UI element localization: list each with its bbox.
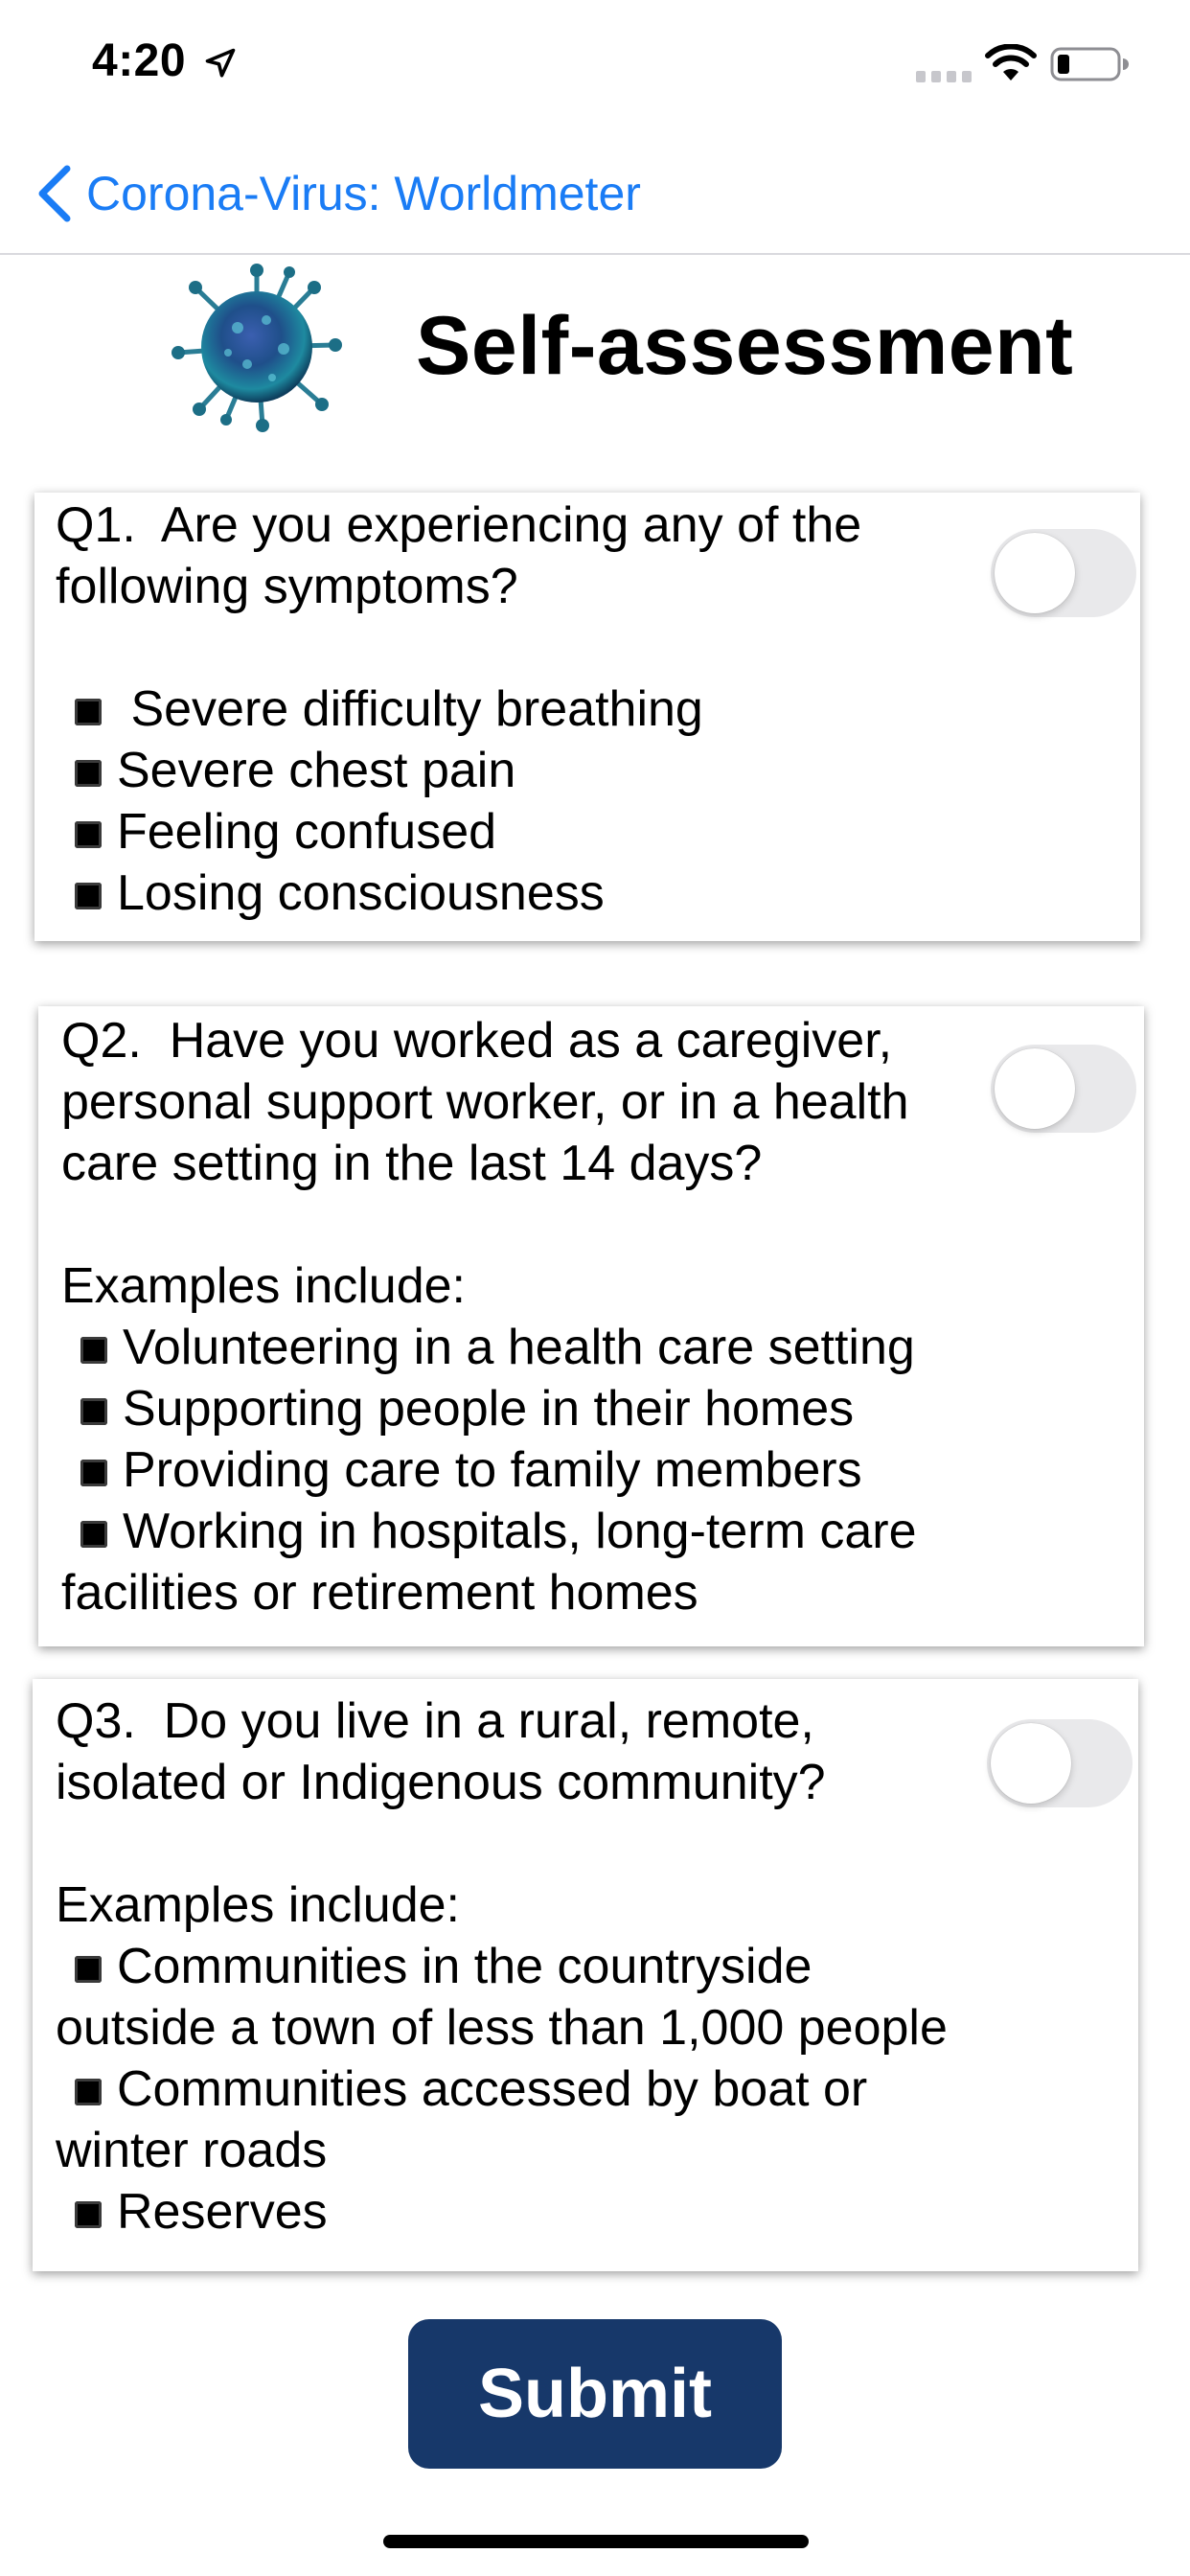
submit-button[interactable]: Submit xyxy=(408,2319,782,2469)
cellular-signal-icon xyxy=(916,71,972,82)
question-2-text: Q2. Have you worked as a caregiver, perso… xyxy=(61,1010,917,1623)
question-text-line: personal support worker, or in a health xyxy=(61,1071,917,1133)
question-3-toggle[interactable] xyxy=(987,1719,1133,1807)
line-text: care setting in the last 14 days? xyxy=(61,1136,763,1191)
home-indicator xyxy=(383,2535,809,2548)
line-text: isolated or Indigenous community? xyxy=(56,1755,826,1810)
battery-icon xyxy=(1050,47,1129,81)
question-text-line: outside a town of less than 1,000 people xyxy=(56,1997,948,2058)
line-text: Examples include: xyxy=(61,1258,466,1314)
bullet-list-item: Communities accessed by boat or xyxy=(56,2058,948,2120)
question-1-text: Q1. Are you experiencing any of the follo… xyxy=(56,494,861,924)
location-arrow-icon xyxy=(205,48,236,78)
line-text: Communities in the countryside xyxy=(117,1939,812,1994)
question-text-line xyxy=(61,1194,917,1255)
square-bullet-icon xyxy=(75,1956,102,1983)
bullet-list-item: Reserves xyxy=(56,2181,948,2242)
status-bar: 4:20 xyxy=(0,0,1190,126)
square-bullet-icon xyxy=(75,760,102,787)
bullet-list-item: Severe chest pain xyxy=(56,740,861,801)
question-text-line: Examples include: xyxy=(61,1255,917,1317)
line-text: Q2. Have you worked as a caregiver, xyxy=(61,1013,893,1069)
square-bullet-icon xyxy=(75,2201,102,2228)
line-text: Volunteering in a health care setting xyxy=(123,1320,915,1375)
bullet-list-item: Feeling confused xyxy=(56,801,861,862)
line-text: winter roads xyxy=(56,2123,328,2178)
coronavirus-icon xyxy=(172,264,342,432)
line-text: Reserves xyxy=(117,2184,328,2240)
question-card-1: Q1. Are you experiencing any of the follo… xyxy=(34,493,1140,941)
bullet-list-item: Supporting people in their homes xyxy=(61,1378,917,1439)
question-3-text: Q3. Do you live in a rural, remote, isola… xyxy=(56,1690,948,2242)
bullet-list-item: Providing care to family members xyxy=(61,1439,917,1501)
wifi-icon xyxy=(985,44,1037,80)
navigation-bar: Corona-Virus: Worldmeter xyxy=(0,134,1190,255)
back-button[interactable]: Corona-Virus: Worldmeter xyxy=(33,155,641,232)
line-text: outside a town of less than 1,000 people xyxy=(56,2000,948,2056)
chevron-left-icon xyxy=(38,165,71,222)
question-text-line: Q1. Are you experiencing any of the xyxy=(56,494,861,556)
question-text-line: care setting in the last 14 days? xyxy=(61,1133,917,1194)
question-text-line xyxy=(56,617,861,678)
line-text: Examples include: xyxy=(56,1877,460,1933)
line-text: Feeling confused xyxy=(117,804,497,860)
bullet-list-item: Working in hospitals, long-term care xyxy=(61,1501,917,1562)
question-text-line: facilities or retirement homes xyxy=(61,1562,917,1623)
square-bullet-icon xyxy=(75,883,102,909)
question-text-line: isolated or Indigenous community? xyxy=(56,1752,948,1813)
line-text: Q3. Do you live in a rural, remote, xyxy=(56,1693,814,1749)
question-1-toggle[interactable] xyxy=(991,529,1136,617)
page-title: Self-assessment xyxy=(416,300,1074,392)
square-bullet-icon xyxy=(80,1398,107,1425)
line-text: personal support worker, or in a health xyxy=(61,1074,909,1130)
line-text: Communities accessed by boat or xyxy=(117,2061,868,2117)
back-button-label: Corona-Virus: Worldmeter xyxy=(86,167,641,220)
square-bullet-icon xyxy=(80,1460,107,1486)
line-text: Q1. Are you experiencing any of the xyxy=(56,497,862,553)
question-text-line xyxy=(56,1813,948,1874)
line-text: Severe difficulty breathing xyxy=(117,681,703,737)
square-bullet-icon xyxy=(80,1337,107,1364)
bullet-list-item: Volunteering in a health care setting xyxy=(61,1317,917,1378)
question-2-toggle[interactable] xyxy=(991,1045,1136,1133)
question-text-line: Examples include: xyxy=(56,1874,948,1936)
line-text: following symptoms? xyxy=(56,559,518,614)
line-text: facilities or retirement homes xyxy=(61,1565,698,1621)
question-text-line: winter roads xyxy=(56,2120,948,2181)
square-bullet-icon xyxy=(75,821,102,848)
toggle-knob xyxy=(995,1048,1075,1129)
bullet-list-item: Losing consciousness xyxy=(56,862,861,924)
line-text: Providing care to family members xyxy=(123,1442,862,1498)
line-text: Supporting people in their homes xyxy=(123,1381,855,1437)
question-text-line: Q2. Have you worked as a caregiver, xyxy=(61,1010,917,1071)
question-text-line: Q3. Do you live in a rural, remote, xyxy=(56,1690,948,1752)
question-card-3: Q3. Do you live in a rural, remote, isola… xyxy=(33,1679,1138,2271)
line-text: Losing consciousness xyxy=(117,865,605,921)
toggle-knob xyxy=(991,1723,1071,1804)
question-card-2: Q2. Have you worked as a caregiver, perso… xyxy=(38,1006,1144,1646)
square-bullet-icon xyxy=(75,699,102,725)
question-text-line: following symptoms? xyxy=(56,556,861,617)
status-time: 4:20 xyxy=(92,35,187,86)
toggle-knob xyxy=(995,533,1075,613)
bullet-list-item: Communities in the countryside xyxy=(56,1936,948,1997)
bullet-list-item: Severe difficulty breathing xyxy=(56,678,861,740)
square-bullet-icon xyxy=(80,1521,107,1548)
line-text: Severe chest pain xyxy=(117,743,516,798)
line-text: Working in hospitals, long-term care xyxy=(123,1504,917,1559)
square-bullet-icon xyxy=(75,2079,102,2105)
